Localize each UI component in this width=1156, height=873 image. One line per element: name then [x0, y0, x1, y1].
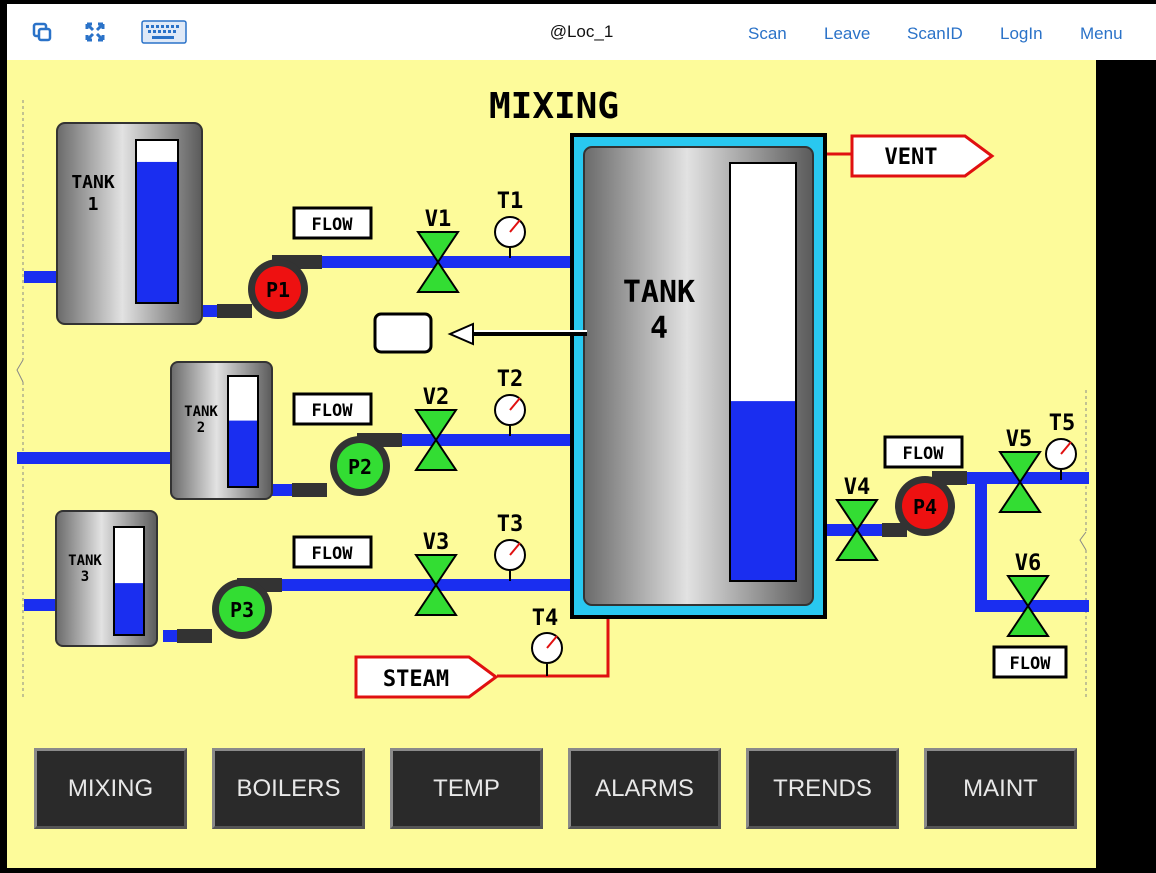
flow-indicator-5-label: FLOW — [1010, 654, 1052, 674]
flow-indicator-2[interactable]: FLOW — [292, 392, 373, 426]
vent-tag: VENT — [827, 134, 995, 178]
nav-mixing-button[interactable]: MIXING — [34, 748, 187, 829]
tank-1-label: TANK — [71, 172, 115, 193]
gauge-t5-label: T5 — [1049, 411, 1076, 436]
valve-v1-label: V1 — [425, 207, 452, 232]
screen-title: MIXING — [489, 86, 619, 127]
login-link[interactable]: LogIn — [1000, 24, 1043, 44]
tank-2-number: 2 — [197, 420, 205, 436]
menu-link[interactable]: Menu — [1080, 24, 1123, 44]
flow-indicator-2-label: FLOW — [312, 401, 354, 421]
valve-v3-label: V3 — [423, 530, 450, 555]
top-toolbar: @Loc_1 Scan Leave ScanID LogIn Menu — [7, 4, 1156, 61]
tank-2[interactable]: TANK 2 — [170, 361, 273, 500]
gauge-t3-label: T3 — [497, 512, 524, 537]
flow-indicator-4[interactable]: FLOW — [883, 435, 964, 469]
selection-indicator — [373, 312, 587, 354]
tank-2-label: TANK — [184, 404, 218, 420]
flow-indicator-1-label: FLOW — [312, 215, 354, 235]
gauge-t4-label: T4 — [532, 606, 559, 631]
valve-v4-label: V4 — [844, 475, 871, 500]
nav-trends-button[interactable]: TRENDS — [746, 748, 899, 829]
pump-p2[interactable]: P2 — [292, 433, 402, 497]
valve-v2[interactable]: V2 — [414, 385, 458, 471]
nav-temp-button[interactable]: TEMP — [390, 748, 543, 829]
hmi-screen: MIXING TANK 1 TANK 2 TANK 3 TANK 4 P1 P2… — [7, 60, 1096, 868]
valve-v5[interactable]: V5 — [998, 427, 1042, 513]
pump-p1[interactable]: P1 — [217, 255, 322, 319]
right-edge-panel — [1096, 60, 1156, 868]
tank-3-number: 3 — [81, 569, 89, 585]
gauge-t4[interactable]: T4 — [531, 606, 563, 676]
valve-v6[interactable]: V6 — [1006, 551, 1050, 637]
gauge-t1-label: T1 — [497, 189, 524, 214]
vent-label: VENT — [885, 145, 938, 170]
nav-alarms-button[interactable]: ALARMS — [568, 748, 721, 829]
tank-4[interactable]: TANK 4 — [570, 133, 827, 619]
valve-v2-label: V2 — [423, 385, 450, 410]
valve-v4[interactable]: V4 — [835, 475, 879, 561]
valve-v1[interactable]: V1 — [416, 207, 460, 293]
flow-indicator-3-label: FLOW — [312, 544, 354, 564]
tank-1[interactable]: TANK 1 — [56, 122, 203, 325]
pump-p2-label: P2 — [348, 455, 372, 479]
pump-p3[interactable]: P3 — [177, 578, 282, 643]
gauge-t1[interactable]: T1 — [494, 189, 526, 258]
flow-indicator-1[interactable]: FLOW — [292, 206, 373, 240]
nav-boilers-button[interactable]: BOILERS — [212, 748, 365, 829]
scanid-link[interactable]: ScanID — [907, 24, 963, 44]
gauge-t2-label: T2 — [497, 367, 524, 392]
gauge-t5[interactable]: T5 — [1045, 411, 1077, 480]
gauge-t3[interactable]: T3 — [494, 512, 526, 581]
flow-indicator-3[interactable]: FLOW — [292, 535, 373, 569]
tank-4-number: 4 — [650, 311, 668, 346]
tank-3-label: TANK — [68, 553, 102, 569]
tank-3[interactable]: TANK 3 — [55, 510, 158, 647]
pump-p3-label: P3 — [230, 598, 254, 622]
tank-1-number: 1 — [88, 194, 99, 215]
pump-p4[interactable]: P4 — [882, 471, 967, 537]
flow-indicator-5[interactable]: FLOW — [992, 645, 1068, 679]
tank-4-label: TANK — [623, 275, 695, 310]
valve-v5-label: V5 — [1006, 427, 1033, 452]
valve-v6-label: V6 — [1015, 551, 1042, 576]
nav-maint-button[interactable]: MAINT — [924, 748, 1077, 829]
steam-tag: STEAM — [354, 655, 499, 699]
steam-label: STEAM — [383, 667, 449, 692]
scan-link[interactable]: Scan — [748, 24, 787, 44]
valve-v3[interactable]: V3 — [414, 530, 458, 616]
pump-p4-label: P4 — [913, 495, 937, 519]
location-title: @Loc_1 — [549, 22, 614, 41]
pump-p1-label: P1 — [266, 278, 290, 302]
gauge-t2[interactable]: T2 — [494, 367, 526, 436]
leave-link[interactable]: Leave — [824, 24, 870, 44]
flow-indicator-4-label: FLOW — [903, 444, 945, 464]
